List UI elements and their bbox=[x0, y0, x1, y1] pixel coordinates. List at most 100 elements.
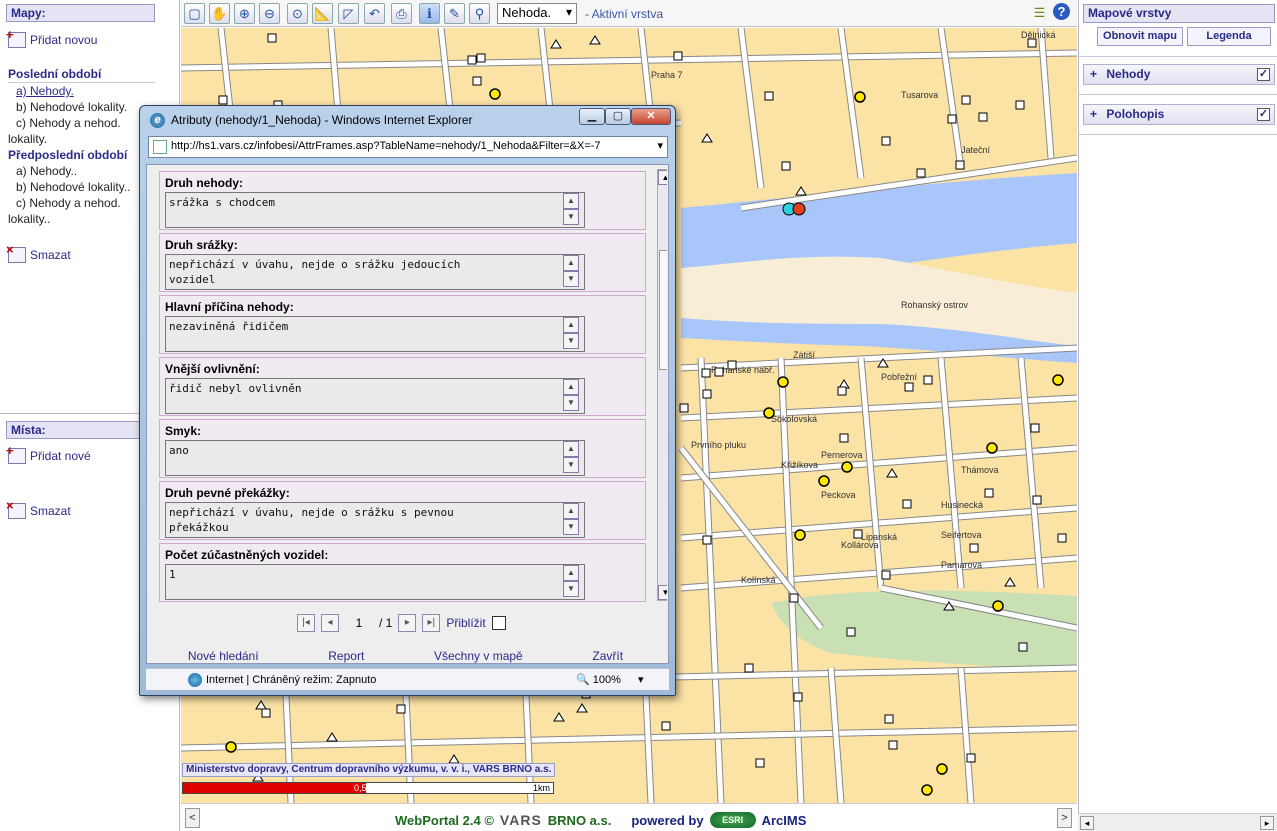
field-value[interactable]: řidič nebyl ovlivněn bbox=[165, 378, 585, 414]
maximize-button[interactable]: ▢ bbox=[605, 108, 631, 125]
add-new-place-link[interactable]: Přidat nové bbox=[6, 443, 91, 464]
next-record-button[interactable]: ▸ bbox=[398, 614, 417, 632]
close-link[interactable]: Zavřít bbox=[592, 649, 623, 665]
powered-by: powered by bbox=[631, 812, 704, 828]
binoculars-icon[interactable]: ⚲ bbox=[469, 3, 490, 24]
add-place-icon bbox=[6, 443, 26, 464]
field-scrollbar[interactable]: ▲ ▼ bbox=[563, 565, 580, 599]
measure-icon[interactable]: 📐 bbox=[312, 3, 333, 24]
field-scrollbar[interactable]: ▲ ▼ bbox=[563, 255, 580, 289]
help-icon[interactable]: ? bbox=[1053, 3, 1074, 24]
expand-icon[interactable]: + bbox=[1090, 107, 1097, 121]
close-button[interactable]: ✕ bbox=[631, 108, 671, 125]
field-value[interactable]: 1 bbox=[165, 564, 585, 600]
field-scrollbar[interactable]: ▲ ▼ bbox=[563, 441, 580, 475]
accident-marker bbox=[992, 600, 1004, 612]
road bbox=[680, 445, 1077, 481]
accident-marker bbox=[904, 382, 914, 392]
accident-marker bbox=[702, 389, 712, 399]
scroll-down-arrow[interactable]: ▼ bbox=[658, 585, 667, 600]
refresh-map-button[interactable]: Obnovit mapu bbox=[1097, 27, 1183, 46]
accident-marker bbox=[1057, 533, 1067, 543]
field-scrollbar[interactable]: ▲ ▼ bbox=[563, 193, 580, 227]
accident-marker bbox=[589, 35, 601, 45]
prev-period-accidents-and-locations-cont[interactable]: lokality.. bbox=[8, 212, 50, 226]
field-value[interactable]: srážka s chodcem bbox=[165, 192, 585, 228]
prev-period-accidents-and-locations[interactable]: c) Nehody a nehod. bbox=[16, 196, 121, 210]
layer-nehody[interactable]: + Nehody ✓ bbox=[1083, 64, 1275, 85]
active-layer-select[interactable]: Nehoda. bbox=[497, 3, 577, 24]
accident-marker bbox=[1052, 374, 1064, 386]
last-period-accident-locations[interactable]: b) Nehodové lokality. bbox=[16, 100, 127, 114]
accident-marker bbox=[261, 708, 271, 718]
street-label: Kolínská bbox=[741, 575, 776, 585]
print-icon[interactable]: ⎙ bbox=[391, 3, 412, 24]
identify-icon[interactable]: ℹ bbox=[419, 3, 440, 24]
delete-place-link[interactable]: Smazat bbox=[6, 498, 71, 519]
field-value[interactable]: ano bbox=[165, 440, 585, 476]
field-skid: Smyk: ano ▲ ▼ bbox=[159, 419, 646, 478]
legend-button[interactable]: Legenda bbox=[1187, 27, 1271, 46]
last-period-accidents[interactable]: a) Nehody. bbox=[16, 84, 74, 98]
field-scrollbar[interactable]: ▲ ▼ bbox=[563, 317, 580, 351]
form-vertical-scrollbar[interactable]: ▲ ▼ bbox=[657, 169, 667, 601]
scroll-left-arrow[interactable]: < bbox=[185, 808, 200, 828]
layer-visibility-checkbox[interactable]: ✓ bbox=[1257, 68, 1270, 81]
prev-period-accident-locations[interactable]: b) Nehodové lokality.. bbox=[16, 180, 131, 194]
undo-icon[interactable]: ↶ bbox=[364, 3, 385, 24]
field-label: Vnější ovlivnění: bbox=[165, 362, 260, 376]
last-period-accidents-and-locations[interactable]: c) Nehody a nehod. bbox=[16, 116, 121, 130]
scroll-thumb[interactable] bbox=[659, 250, 667, 370]
address-bar[interactable]: http://hs1.vars.cz/infobesi/AttrFrames.a… bbox=[148, 136, 668, 158]
scroll-right-arrow[interactable]: > bbox=[1057, 808, 1072, 828]
chevron-down-icon[interactable]: ▾ bbox=[657, 139, 663, 152]
show-all-on-map-link[interactable]: Všechny v mapě bbox=[434, 649, 523, 665]
scroll-right-arrow[interactable]: ▸ bbox=[1260, 816, 1274, 830]
accident-marker bbox=[1030, 423, 1040, 433]
full-extent-icon[interactable]: ▢ bbox=[184, 3, 205, 24]
layer-polohopis[interactable]: + Polohopis ✓ bbox=[1083, 104, 1275, 125]
accident-marker bbox=[793, 692, 803, 702]
layers-icon[interactable]: ☰ bbox=[1029, 3, 1050, 24]
scroll-left-arrow[interactable]: ◂ bbox=[1080, 816, 1094, 830]
zoom-level[interactable]: 🔍 100% ▾ bbox=[576, 673, 644, 686]
layer-name: Nehody bbox=[1106, 67, 1151, 81]
popup-title-bar: e Atributy (nehody/1_Nehoda) - Windows I… bbox=[150, 110, 570, 130]
layer-visibility-checkbox[interactable]: ✓ bbox=[1257, 108, 1270, 121]
arcims-label: ArcIMS bbox=[761, 812, 807, 828]
delete-map-link[interactable]: Smazat bbox=[6, 242, 71, 263]
zoom-in-icon[interactable]: ⊕ bbox=[234, 3, 255, 24]
delete-map-icon bbox=[6, 242, 26, 263]
zoom-to-checkbox[interactable] bbox=[491, 616, 506, 630]
minimize-button[interactable]: ▁ bbox=[579, 108, 605, 125]
zoom-out-icon[interactable]: ⊖ bbox=[259, 3, 280, 24]
field-label: Druh pevné překážky: bbox=[165, 486, 290, 500]
clear-selection-icon[interactable]: ✎ bbox=[444, 3, 465, 24]
add-new-map-link[interactable]: Přidat novou bbox=[6, 27, 97, 48]
select-area-icon[interactable]: ◸ bbox=[338, 3, 359, 24]
right-horizontal-scrollbar[interactable]: ◂ ▸ bbox=[1078, 813, 1277, 831]
field-accident-type: Druh nehody: srážka s chodcem ▲ ▼ bbox=[159, 171, 646, 230]
field-scrollbar[interactable]: ▲ ▼ bbox=[563, 379, 580, 413]
field-value[interactable]: nepřichází v úvahu, nejde o srážku s pev… bbox=[165, 502, 585, 538]
field-value[interactable]: nepřichází v úvahu, nejde o srážku jedou… bbox=[165, 254, 585, 290]
accident-marker bbox=[225, 741, 237, 753]
first-record-button[interactable]: |◂ bbox=[297, 614, 315, 632]
prev-period-accidents[interactable]: a) Nehody.. bbox=[16, 164, 77, 178]
field-value[interactable]: nezaviněná řidičem bbox=[165, 316, 585, 352]
street-label: Husinecká bbox=[941, 500, 983, 510]
record-total: / 1 bbox=[379, 616, 393, 630]
last-record-button[interactable]: ▸| bbox=[422, 614, 441, 632]
previous-record-button[interactable]: ◂ bbox=[321, 614, 339, 632]
map-toolbar: ▢ ✋ ⊕ ⊖ ⊙ 📐 ◸ ↶ ⎙ ℹ ✎ ⚲ Nehoda. - Aktivn… bbox=[181, 0, 1077, 27]
new-search-link[interactable]: Nové hledání bbox=[188, 649, 259, 665]
chevron-down-icon[interactable]: ▾ bbox=[638, 674, 644, 686]
scroll-up-arrow[interactable]: ▲ bbox=[658, 170, 667, 185]
accident-marker bbox=[795, 186, 807, 196]
pan-icon[interactable]: ✋ bbox=[209, 3, 230, 24]
field-scrollbar[interactable]: ▲ ▼ bbox=[563, 503, 580, 537]
expand-icon[interactable]: + bbox=[1090, 67, 1097, 81]
zoom-previous-icon[interactable]: ⊙ bbox=[287, 3, 308, 24]
last-period-accidents-and-locations-cont[interactable]: lokality. bbox=[8, 132, 47, 146]
report-link[interactable]: Report bbox=[328, 649, 364, 665]
